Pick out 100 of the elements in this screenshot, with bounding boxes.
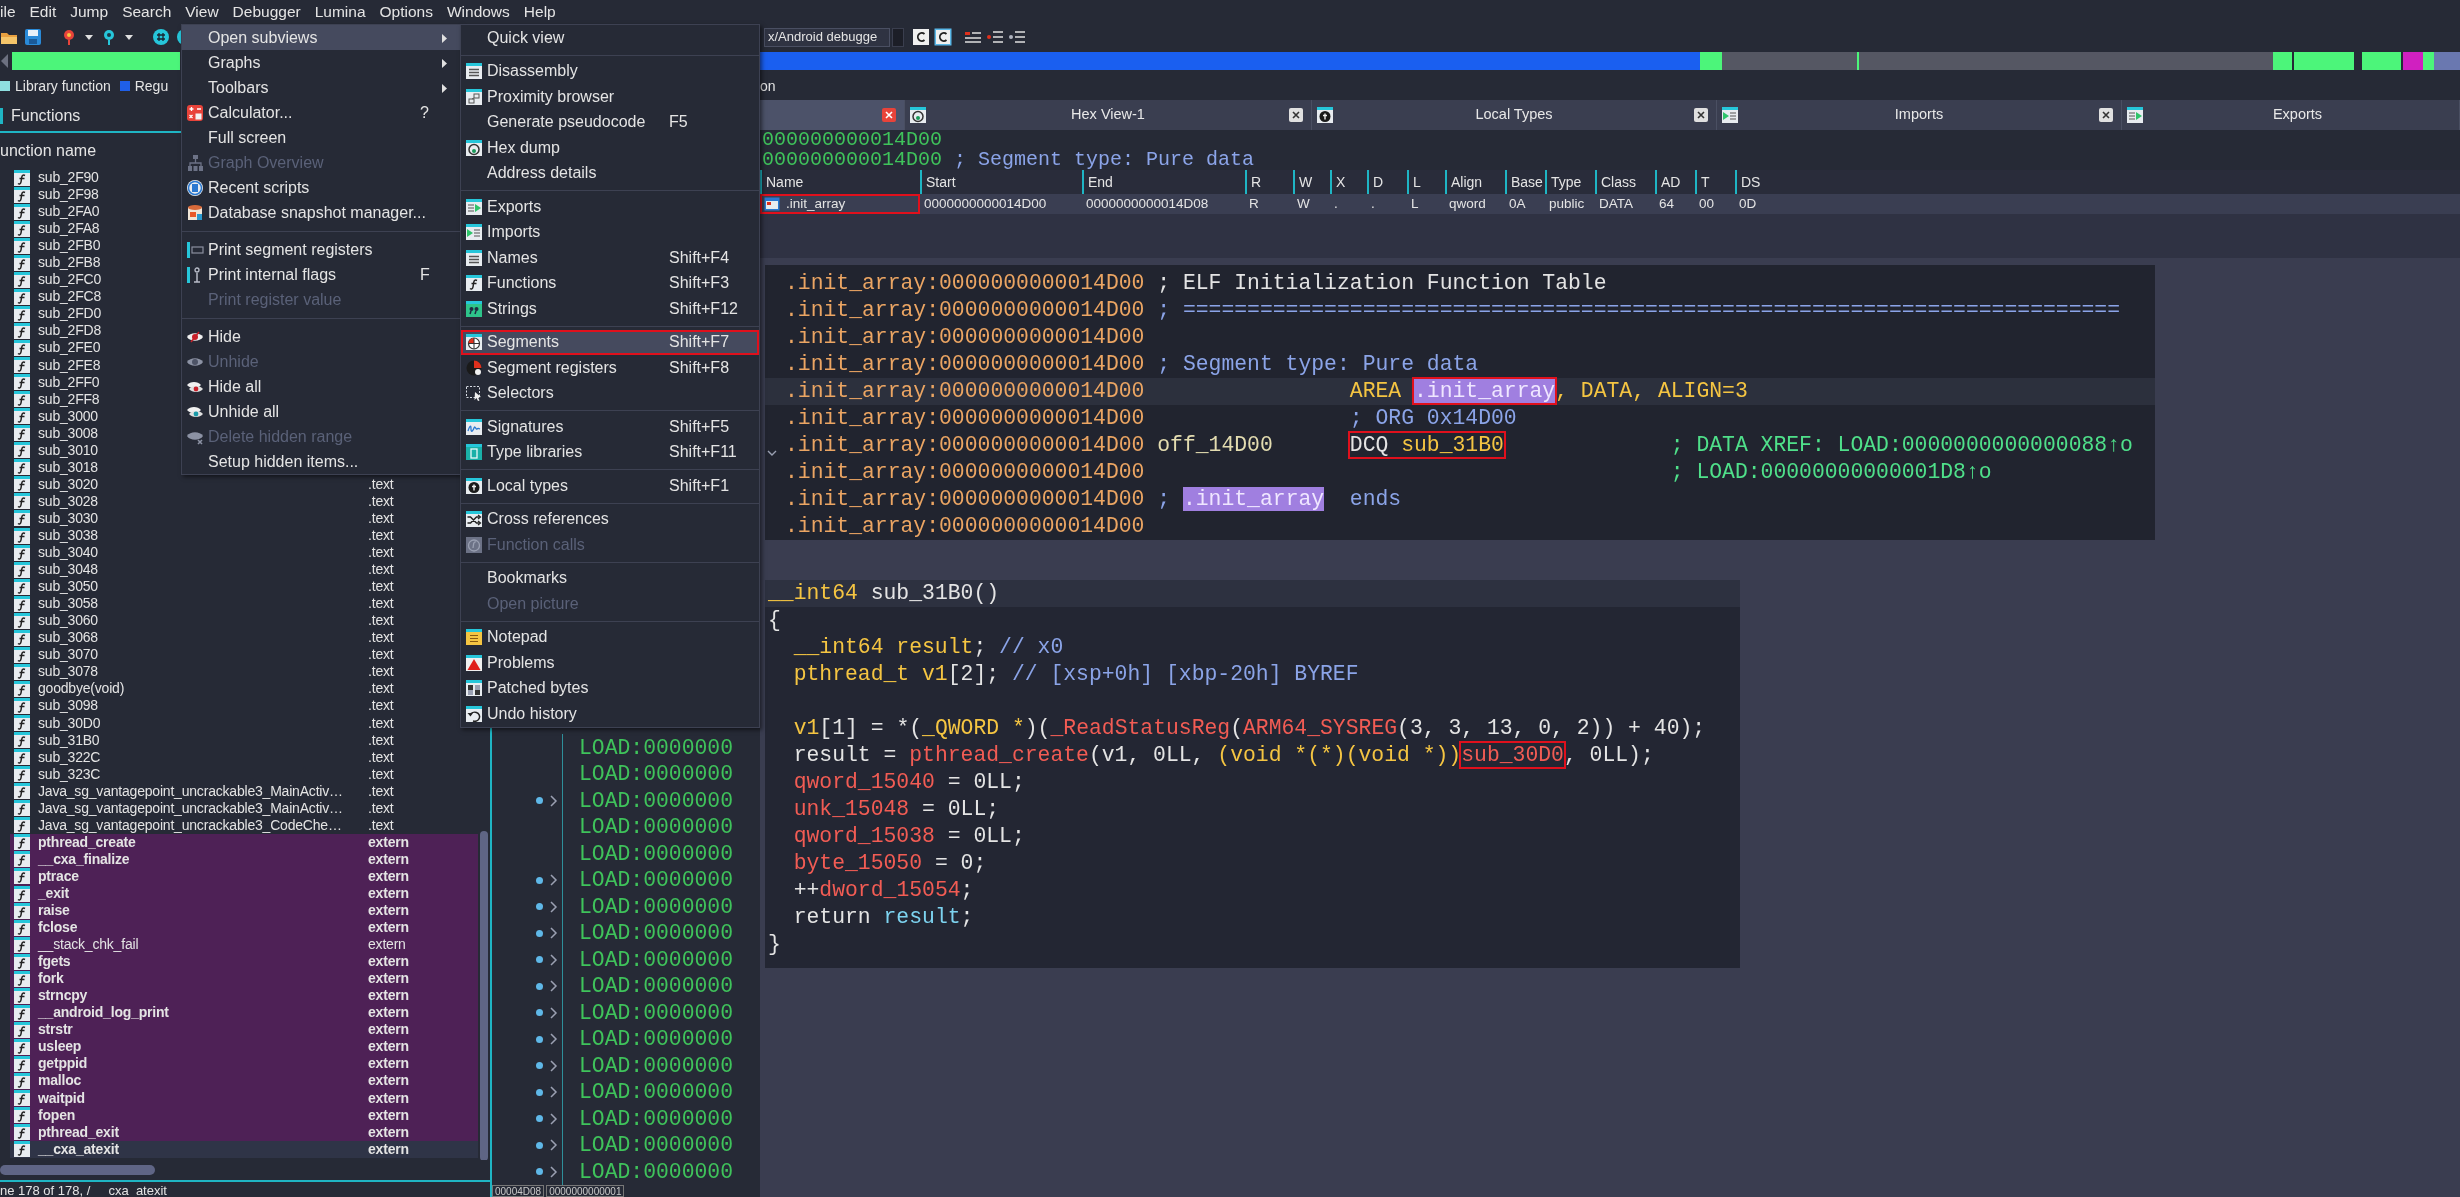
function-name[interactable]: sub_2FD8 (38, 322, 101, 339)
menu-item[interactable]: Hide (182, 324, 460, 349)
tab[interactable]: Local Types (1312, 100, 1717, 130)
menu-item[interactable]: Undo history (461, 701, 759, 727)
function-name[interactable]: sub_2FD0 (38, 305, 101, 322)
function-name[interactable]: sub_3028 (38, 492, 98, 509)
selected-row[interactable]: usleep extern (10, 1038, 478, 1056)
menu-item[interactable]: Disassembly (461, 58, 759, 84)
function-name[interactable]: sub_31B0 (38, 731, 100, 748)
tab[interactable]: Hex View-1 (905, 100, 1312, 130)
menu-item[interactable]: Patched bytes (461, 675, 759, 701)
function-name[interactable]: raise (38, 902, 70, 918)
function-name[interactable]: sub_3058 (38, 595, 98, 612)
menu-item[interactable]: Bookmarks (461, 565, 759, 591)
selected-row[interactable]: raise extern (10, 902, 478, 920)
menu-title[interactable]: ile (0, 0, 16, 24)
column-header[interactable]: End (1082, 170, 1245, 194)
menu-item[interactable]: Setup hidden items... (182, 449, 460, 474)
selected-row[interactable]: __stack_chk_fail extern (10, 936, 478, 954)
function-name[interactable]: fgets (38, 953, 71, 970)
tab[interactable]: Exports (2122, 100, 2460, 130)
selected-row[interactable]: __android_log_print extern (10, 1004, 478, 1022)
function-name[interactable]: sub_3030 (38, 509, 98, 526)
column-header[interactable]: AD (1655, 170, 1695, 194)
function-name[interactable]: sub_30D0 (38, 714, 101, 731)
selected-row[interactable]: getppid extern (10, 1055, 478, 1073)
menu-title[interactable]: Debugger (232, 0, 301, 24)
function-name[interactable]: sub_2F98 (38, 186, 99, 203)
menu-title[interactable]: Jump (70, 0, 109, 24)
function-name[interactable]: sub_2F90 (38, 169, 99, 185)
menu-item[interactable]: Notepad (461, 624, 759, 650)
function-name[interactable]: strncpy (38, 987, 88, 1004)
function-name[interactable]: sub_2FF0 (38, 373, 100, 390)
function-name[interactable]: sub_2FB0 (38, 237, 101, 254)
menu-item[interactable]: Hide all (182, 374, 460, 399)
menu-item[interactable]: Open subviews (182, 25, 460, 50)
menu-item[interactable]: Strings Shift+F12 (461, 296, 759, 322)
table-cell[interactable]: .init_array (760, 194, 920, 214)
column-header[interactable]: unction name (0, 142, 97, 159)
close-button[interactable] (1694, 108, 1708, 122)
function-name[interactable]: sub_3008 (38, 424, 98, 441)
function-name[interactable]: sub_323C (38, 765, 101, 782)
function-name[interactable]: sub_3070 (38, 646, 98, 663)
function-name[interactable]: __stack_chk_fail (38, 936, 139, 953)
column-header[interactable]: X (1330, 170, 1367, 194)
menu-item[interactable]: Signatures Shift+F5 (461, 414, 759, 440)
tab[interactable] (760, 100, 905, 130)
menu-title[interactable]: Options (379, 0, 433, 24)
menu-item[interactable]: Hex dump (461, 135, 759, 161)
selected-row[interactable]: strstr extern (10, 1021, 478, 1039)
function-name[interactable]: sub_2FE0 (38, 339, 101, 356)
menu-item[interactable]: Print internal flags F (182, 262, 460, 287)
debugger-select[interactable]: x/Android debugge (764, 27, 890, 47)
selected-row[interactable]: fclose extern (10, 919, 478, 937)
menu-item[interactable]: Full screen (182, 125, 460, 150)
close-button[interactable] (1289, 108, 1303, 122)
function-name[interactable]: sub_3098 (38, 697, 98, 714)
column-header[interactable]: Start (920, 170, 1082, 194)
selected-row[interactable]: malloc extern (10, 1072, 478, 1090)
selected-row[interactable]: fgets extern (10, 953, 478, 971)
menu-item[interactable]: Segments Shift+F7 (461, 329, 759, 355)
tab[interactable]: Imports (1717, 100, 2122, 130)
function-name[interactable]: sub_3010 (38, 441, 98, 458)
menu-item[interactable]: Toolbars (182, 75, 460, 100)
function-name[interactable]: sub_2FE8 (38, 356, 101, 373)
function-name[interactable]: usleep (38, 1038, 82, 1055)
menu-item[interactable]: Unhide all (182, 399, 460, 424)
column-header[interactable]: Class (1595, 170, 1655, 194)
function-name[interactable]: Java_sg_vantagepoint_uncrackable3_MainActiv… (38, 782, 343, 799)
selected-row[interactable]: fork extern (10, 970, 478, 988)
function-name[interactable]: pthread_exit (38, 1123, 119, 1140)
column-header[interactable]: D (1367, 170, 1407, 194)
function-name[interactable]: sub_3000 (38, 407, 98, 424)
column-header[interactable]: Type (1545, 170, 1595, 194)
function-name[interactable]: __android_log_print (38, 1004, 169, 1021)
function-name[interactable]: sub_2FB8 (38, 254, 101, 271)
menu-item[interactable]: Quick view (461, 25, 759, 51)
function-name[interactable]: ptrace (38, 867, 79, 884)
function-name[interactable]: sub_2FC8 (38, 288, 101, 305)
function-name[interactable]: goodbye(void) (38, 680, 125, 697)
function-name[interactable]: fclose (38, 919, 78, 936)
menu-title[interactable]: Help (523, 0, 556, 24)
function-name[interactable]: sub_2FA8 (38, 220, 100, 237)
function-name[interactable]: __cxa_atexit (38, 1140, 119, 1157)
function-name[interactable]: strstr (38, 1021, 73, 1038)
menu-item[interactable]: Database snapshot manager... (182, 200, 460, 225)
menu-item[interactable]: Address details (461, 160, 759, 186)
menu-item[interactable]: Problems (461, 650, 759, 676)
navigation-band-drawing[interactable] (0, 50, 180, 72)
column-header[interactable]: L (1407, 170, 1445, 194)
close-button[interactable] (2099, 108, 2113, 122)
function-name[interactable]: fopen (38, 1106, 76, 1123)
menu-item[interactable]: Cross references (461, 506, 759, 532)
panel-tab[interactable]: Functions (11, 103, 81, 128)
menu-item[interactable]: Graphs (182, 50, 460, 75)
menu-item[interactable]: Names Shift+F4 (461, 245, 759, 271)
function-name[interactable]: sub_3020 (38, 475, 98, 492)
scrollbar-thumb[interactable] (0, 1165, 155, 1175)
function-name[interactable]: sub_322C (38, 748, 101, 765)
menu-title[interactable]: Search (122, 0, 172, 24)
